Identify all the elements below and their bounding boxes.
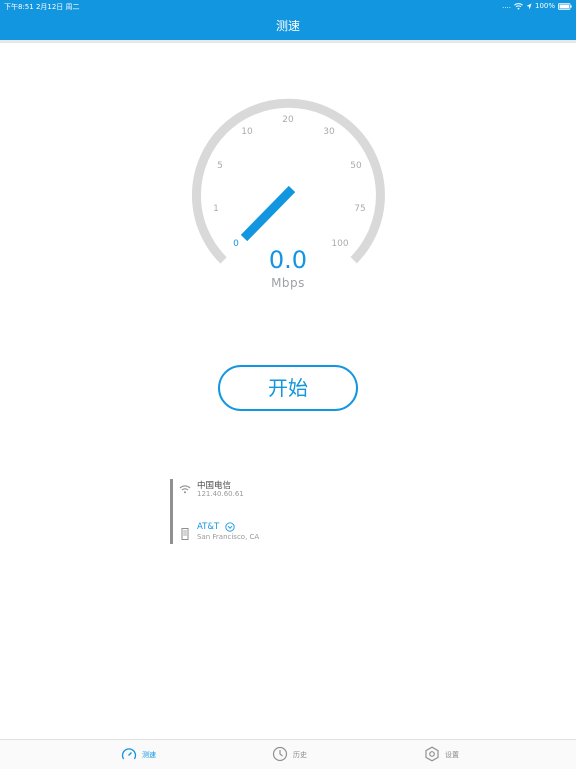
isp-name[interactable]: AT&T: [197, 522, 219, 532]
isp-row[interactable]: AT&T San Francisco, CA: [179, 522, 369, 546]
page-title: 测速: [275, 19, 300, 33]
gauge-tick-label: 20: [282, 115, 294, 125]
start-button[interactable]: 开始: [218, 365, 358, 411]
tab-label: 历史: [293, 751, 307, 759]
gauge-tick-label: 30: [323, 127, 335, 137]
gauge-arc: [191, 98, 385, 264]
network-info: 中国电信 121.40.60.61 AT&T San Francisco, CA: [170, 479, 370, 544]
nav-bar: 测速: [0, 12, 576, 40]
tab-history[interactable]: 历史: [272, 740, 332, 769]
tab-label: 测速: [142, 751, 156, 759]
server-location: San Francisco, CA: [197, 533, 260, 541]
tab-bar: 测速 历史 设置: [0, 739, 576, 769]
status-right: .... 100%: [502, 2, 572, 10]
signal-dots: ....: [502, 2, 511, 10]
carrier-row: 中国电信 121.40.60.61: [179, 479, 369, 503]
info-divider-bar: [170, 479, 173, 544]
speed-value: 0.0: [268, 246, 308, 274]
gauge-tick-label: 5: [217, 161, 223, 171]
tab-settings[interactable]: 设置: [424, 740, 484, 769]
gauge-tick-label: 50: [350, 161, 362, 171]
status-time-date: 下午8:51 2月12日 周二: [4, 3, 80, 11]
history-clock-icon: [272, 746, 288, 762]
tab-speedtest[interactable]: 测速: [121, 740, 181, 769]
gauge-tick-labels: 0151020305075100: [213, 115, 366, 249]
ip-address: 121.40.60.61: [197, 490, 244, 498]
battery-icon: [558, 2, 572, 10]
location-arrow-icon: [526, 3, 532, 9]
battery-percent: 100%: [534, 2, 555, 10]
wifi-icon: [514, 2, 523, 9]
nav-divider: [0, 40, 576, 43]
status-bar: 下午8:51 2月12日 周二 .... 100%: [0, 0, 576, 12]
speed-unit: Mbps: [271, 276, 305, 290]
wifi-icon: [179, 485, 191, 494]
gauge-needle: [240, 185, 296, 242]
chevron-down-circle-icon[interactable]: [225, 522, 235, 532]
tab-label: 设置: [445, 751, 459, 759]
gauge-tick-label: 10: [241, 127, 253, 137]
gauge-tick-label: 75: [354, 204, 365, 214]
speedometer-icon: [121, 748, 137, 760]
settings-hexagon-icon: [425, 746, 439, 762]
server-icon: [181, 528, 189, 540]
gauge-tick-label: 1: [213, 204, 219, 214]
